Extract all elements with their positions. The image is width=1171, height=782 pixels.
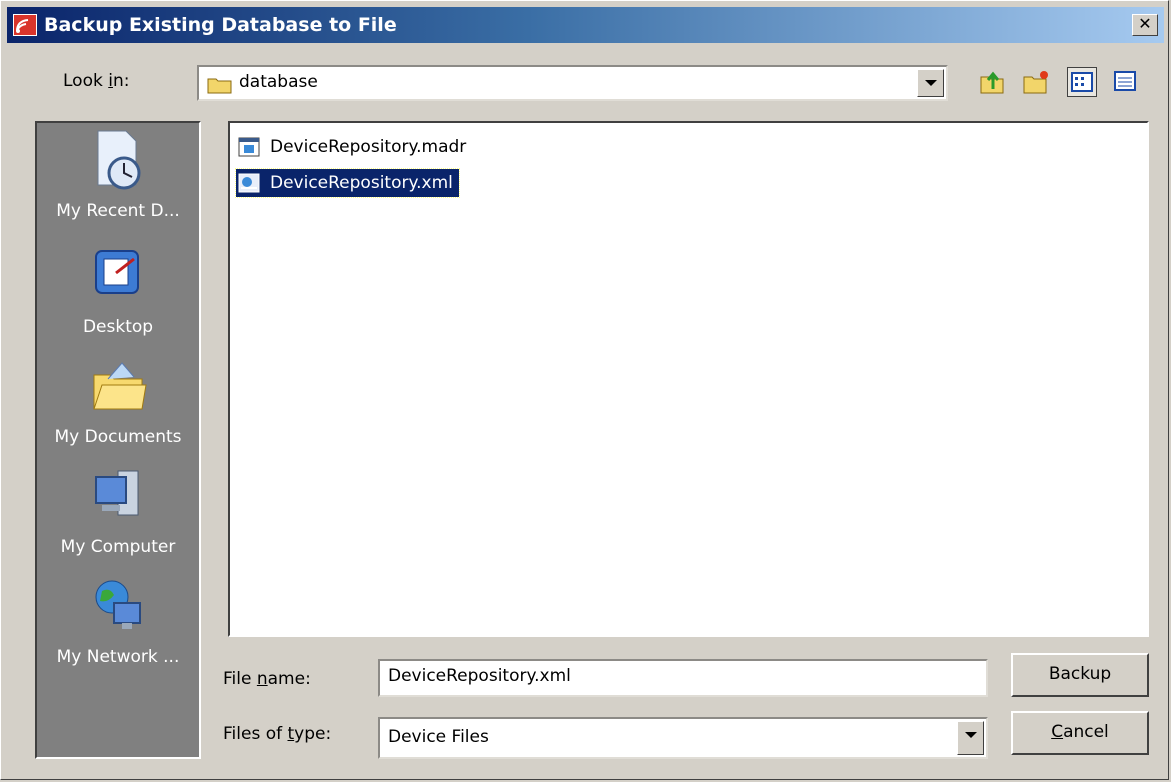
cancel-button[interactable]: Cancel	[1011, 711, 1149, 755]
madr-file-icon	[238, 137, 260, 157]
look-in-value: database	[239, 72, 318, 92]
files-of-type-dropdown-button[interactable]	[957, 721, 984, 755]
look-in-combo[interactable]: database	[197, 65, 948, 101]
my-documents-icon	[88, 355, 148, 415]
up-folder-icon	[980, 71, 1004, 94]
list-view-icon	[1071, 72, 1093, 92]
file-name-label: File name:	[223, 669, 311, 689]
files-of-type-combo[interactable]: Device Files	[378, 717, 988, 759]
file-list[interactable]: DeviceRepository.madr DeviceRepository.x…	[228, 121, 1149, 637]
look-in-dropdown-button[interactable]	[917, 69, 944, 97]
list-view-button[interactable]	[1067, 67, 1097, 97]
window-title: Backup Existing Database to File	[44, 14, 397, 36]
title-bar[interactable]: Backup Existing Database to File ✕	[7, 7, 1164, 43]
desktop-icon	[88, 245, 148, 305]
dialog-window: Backup Existing Database to File ✕ Look …	[0, 0, 1169, 780]
my-computer-icon	[88, 465, 148, 525]
backup-button[interactable]: Backup	[1011, 653, 1149, 697]
place-my-computer[interactable]: My Computer	[37, 465, 199, 557]
look-in-label: Look in:	[63, 71, 130, 91]
list-item[interactable]: DeviceRepository.madr	[236, 133, 472, 161]
close-button[interactable]: ✕	[1132, 14, 1158, 36]
places-bar: My Recent D... Desktop My Documents My C…	[35, 121, 201, 759]
new-folder-icon	[1023, 71, 1048, 94]
place-recent-documents[interactable]: My Recent D...	[37, 129, 199, 221]
place-my-network[interactable]: My Network ...	[37, 575, 199, 667]
place-my-documents[interactable]: My Documents	[37, 355, 199, 447]
recent-documents-icon	[88, 129, 148, 190]
new-folder-button[interactable]	[1021, 67, 1051, 97]
details-view-button[interactable]	[1111, 67, 1141, 97]
network-icon	[88, 575, 148, 635]
file-name-input[interactable]: DeviceRepository.xml	[378, 659, 988, 697]
xml-file-icon	[238, 173, 260, 193]
folder-icon	[207, 78, 232, 94]
app-icon	[13, 14, 37, 36]
files-of-type-label: Files of type:	[223, 724, 332, 744]
close-icon: ✕	[1138, 14, 1152, 33]
place-desktop[interactable]: Desktop	[37, 245, 199, 337]
details-view-icon	[1114, 71, 1136, 91]
up-folder-button[interactable]	[977, 67, 1007, 97]
list-item-selected[interactable]: DeviceRepository.xml	[235, 168, 460, 198]
